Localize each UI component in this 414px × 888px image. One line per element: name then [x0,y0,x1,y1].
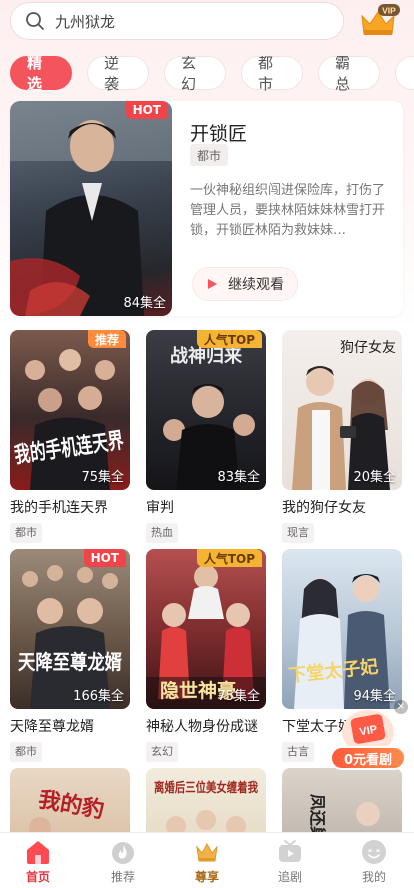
vip-button[interactable]: VIP [356,2,402,40]
drama-card[interactable]: 战神归来 人气TOP 83集全 审判 热血 [146,330,266,543]
play-icon [208,279,217,289]
nav-home-label: 首页 [25,870,50,884]
featured-description: 一伙神秘组织闯进保险库，打伤了管理人员，要挟林陌妹妹林雪打开锁，开锁匠林陌为救妹… [190,183,386,238]
featured-poster-art [10,101,172,316]
nav-follow[interactable]: 追剧 [260,839,320,887]
genre-tag: 现言 [282,523,314,543]
nav-recommend[interactable]: 推荐 [93,839,153,887]
flame-icon [112,842,134,864]
genre-tag: 热血 [146,523,178,543]
promo-label: 0元看剧 [330,746,406,770]
genre-tag: 都市 [10,742,42,762]
drama-poster[interactable]: 天降至尊龙婿 HOT 166集全 [10,549,130,709]
tab-nixi[interactable]: 逆袭 [87,56,149,92]
drama-card[interactable]: 狗仔女友 20集全 我的狗仔女友 现言 [282,330,402,543]
tab-xuanhuan[interactable]: 玄幻 [164,56,226,92]
drama-poster[interactable]: 下堂太子妃 94集全 [282,549,402,709]
search-icon [26,12,44,30]
nav-premium-label: 尊享 [194,870,219,884]
drama-card[interactable]: 我的手机连天界 推荐 75集全 我的手机连天界 都市 [10,330,130,543]
tab-dushi[interactable]: 都市 [241,56,303,92]
search-query: 九州狱龙 [55,12,116,31]
drama-title: 我的狗仔女友 [282,500,366,516]
drama-title: 审判 [146,500,174,516]
featured-poster[interactable]: HOT 84集全 [10,101,172,316]
featured-drama-card[interactable]: HOT 84集全 开锁匠 都市 一伙神秘组织闯进保险库，打伤了管理人员，要挟林陌… [10,101,403,316]
featured-tag: 都市 [190,144,229,166]
episode-count: 75集全 [217,689,260,704]
vip-label: VIP [382,6,396,16]
nav-follow-label: 追剧 [277,870,302,884]
nav-profile[interactable]: 我的 [344,839,404,887]
profile-icon [362,840,386,864]
category-tabs: 精选 逆袭 玄幻 都市 霸总 [10,56,414,92]
drama-poster[interactable]: 狗仔女友 20集全 [282,330,402,490]
drama-card[interactable]: 隐世神豪 人气TOP 75集全 神秘人物身份成谜 玄幻 [146,549,266,762]
episode-count: 83集全 [217,470,260,485]
episode-count: 166集全 [73,689,124,704]
episode-count: 75集全 [81,470,124,485]
continue-watching-label: 继续观看 [228,277,284,293]
nav-home[interactable]: 首页 [8,839,68,887]
free-watch-promo[interactable]: VIP × 0元看剧 [330,700,410,772]
tv-icon [279,840,301,862]
genre-tag: 古言 [282,742,314,762]
drama-poster[interactable]: 战神归来 人气TOP 83集全 [146,330,266,490]
drama-title: 我的手机连天界 [10,500,108,516]
poster-title-text: 狗仔女友 [340,339,396,356]
bottom-navigation: 首页 推荐 尊享 追剧 我的 [0,832,414,888]
genre-tag: 玄幻 [146,742,178,762]
hot-badge: HOT [83,549,126,567]
recommend-badge: 推荐 [87,330,126,348]
popular-top-badge: 人气TOP [196,330,262,348]
nav-recommend-label: 推荐 [110,870,135,884]
hot-badge: HOT [125,101,168,119]
drama-poster[interactable]: 我的手机连天界 推荐 75集全 [10,330,130,490]
poster-title-text: 天降至尊龙婿 [18,650,122,674]
episode-count: 84集全 [123,296,166,311]
drama-poster[interactable]: 隐世神豪 人气TOP 75集全 [146,549,266,709]
drama-title: 神秘人物身份成谜 [146,719,258,735]
featured-title: 开锁匠 [190,123,248,145]
popular-top-badge: 人气TOP [196,549,262,567]
tab-more[interactable] [395,56,414,90]
tab-bazong[interactable]: 霸总 [318,56,380,92]
nav-profile-label: 我的 [361,870,386,884]
home-icon [27,841,49,864]
crown-icon [196,842,218,862]
episode-count: 20集全 [353,470,396,485]
poster-title-text: 战神归来 [170,345,243,367]
close-icon[interactable]: × [394,700,408,714]
poster-title-text: 我的豹 [36,787,106,824]
continue-watching-button[interactable]: 继续观看 [192,267,298,301]
nav-premium[interactable]: 尊享 [177,839,237,887]
tab-jingxuan[interactable]: 精选 [10,56,72,92]
drama-card[interactable]: 天降至尊龙婿 HOT 166集全 天降至尊龙婿 都市 [10,549,130,762]
poster-title-text: 离婚后三位美女缠着我 [154,780,258,796]
drama-title: 天降至尊龙婿 [10,719,94,735]
vip-crown-icon: VIP [361,4,400,35]
search-bar[interactable]: 九州狱龙 [10,2,344,40]
genre-tag: 都市 [10,523,42,543]
